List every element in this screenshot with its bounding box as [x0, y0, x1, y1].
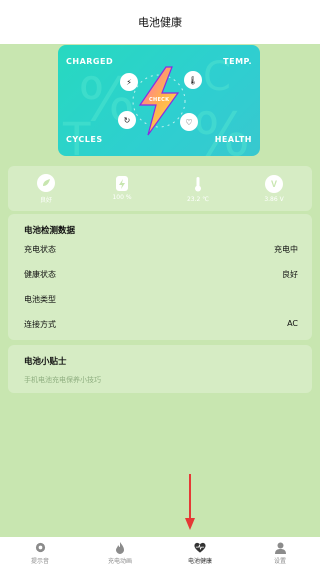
cycle-badge-icon: ↻: [118, 111, 136, 129]
stat-level: 100 %: [84, 166, 160, 211]
banner-temp-label: TEMP.: [223, 57, 252, 66]
stat-health-value: 良好: [39, 196, 52, 204]
red-arrow-annotation: [185, 474, 195, 530]
flame-icon: [114, 541, 126, 554]
data-row-value: 良好: [282, 270, 298, 279]
page-header: 电池健康: [0, 0, 320, 44]
data-row-battery-type: 电池类型: [24, 294, 298, 319]
data-row-charge-status: 充电状态 充电中: [24, 244, 298, 269]
stat-voltage: V 3.86 V: [236, 166, 312, 211]
data-row-label: 健康状态: [24, 270, 56, 279]
battery-health-banner: % C % T CHARGED TEMP. CYCLES HEALTH CHEC…: [58, 45, 260, 156]
tips-subtitle: 手机电池充电保养小技巧: [24, 376, 101, 384]
data-row-value: AC: [287, 319, 298, 328]
stat-health: 良好: [8, 166, 84, 211]
tab-label: 电池健康: [187, 557, 212, 565]
stat-temperature: 23.2 ℃: [160, 166, 236, 211]
tab-charging-animation[interactable]: 充电动画: [80, 537, 160, 569]
data-row-connection: 连接方式 AC: [24, 319, 298, 344]
tab-label: 提示音: [30, 557, 49, 565]
thermometer-icon: [189, 175, 207, 193]
tab-battery-health[interactable]: 电池健康: [160, 537, 240, 569]
heart-badge-icon: ♡: [180, 113, 198, 131]
banner-health-label: HEALTH: [214, 135, 252, 144]
heart-icon: [194, 542, 206, 554]
tab-label: 充电动画: [107, 557, 132, 565]
bottom-tab-bar: 提示音 充电动画 电池健康 设置: [0, 537, 320, 569]
data-row-label: 电池类型: [24, 295, 56, 304]
battery-data-card: 电池检测数据 充电状态 充电中 健康状态 良好 电池类型 连接方式 AC: [8, 214, 312, 340]
banner-charged-label: CHARGED: [66, 57, 114, 66]
plug-badge-icon: ⚡: [120, 73, 138, 91]
data-row-value: 充电中: [274, 245, 298, 254]
tab-label: 设置: [273, 557, 286, 565]
voltage-icon: V: [265, 174, 283, 193]
check-label: CHECK: [149, 97, 170, 103]
stat-level-value: 100 %: [112, 194, 132, 201]
data-row-health-status: 健康状态 良好: [24, 269, 298, 294]
thermometer-badge-icon: 🌡: [184, 71, 202, 89]
tips-title: 电池小贴士: [24, 357, 67, 367]
data-row-label: 充电状态: [24, 245, 56, 254]
stat-temperature-value: 23.2 ℃: [186, 195, 209, 203]
tab-settings[interactable]: 设置: [240, 537, 320, 569]
svg-text:%: %: [193, 100, 250, 156]
battery-data-title: 电池检测数据: [24, 226, 76, 236]
tab-sound[interactable]: 提示音: [0, 537, 80, 569]
page-title: 电池健康: [138, 16, 182, 29]
battery-stats-card: 良好 100 % 23.2 ℃ V 3.86 V: [8, 166, 312, 211]
user-icon: [274, 542, 286, 554]
gear-icon: [34, 542, 46, 554]
battery-tips-card[interactable]: 电池小贴士 手机电池充电保养小技巧: [8, 345, 312, 393]
leaf-icon: [37, 173, 55, 192]
battery-icon: [116, 176, 128, 191]
stat-voltage-value: 3.86 V: [264, 195, 284, 203]
data-row-label: 连接方式: [24, 320, 56, 329]
banner-cycles-label: CYCLES: [66, 135, 103, 144]
